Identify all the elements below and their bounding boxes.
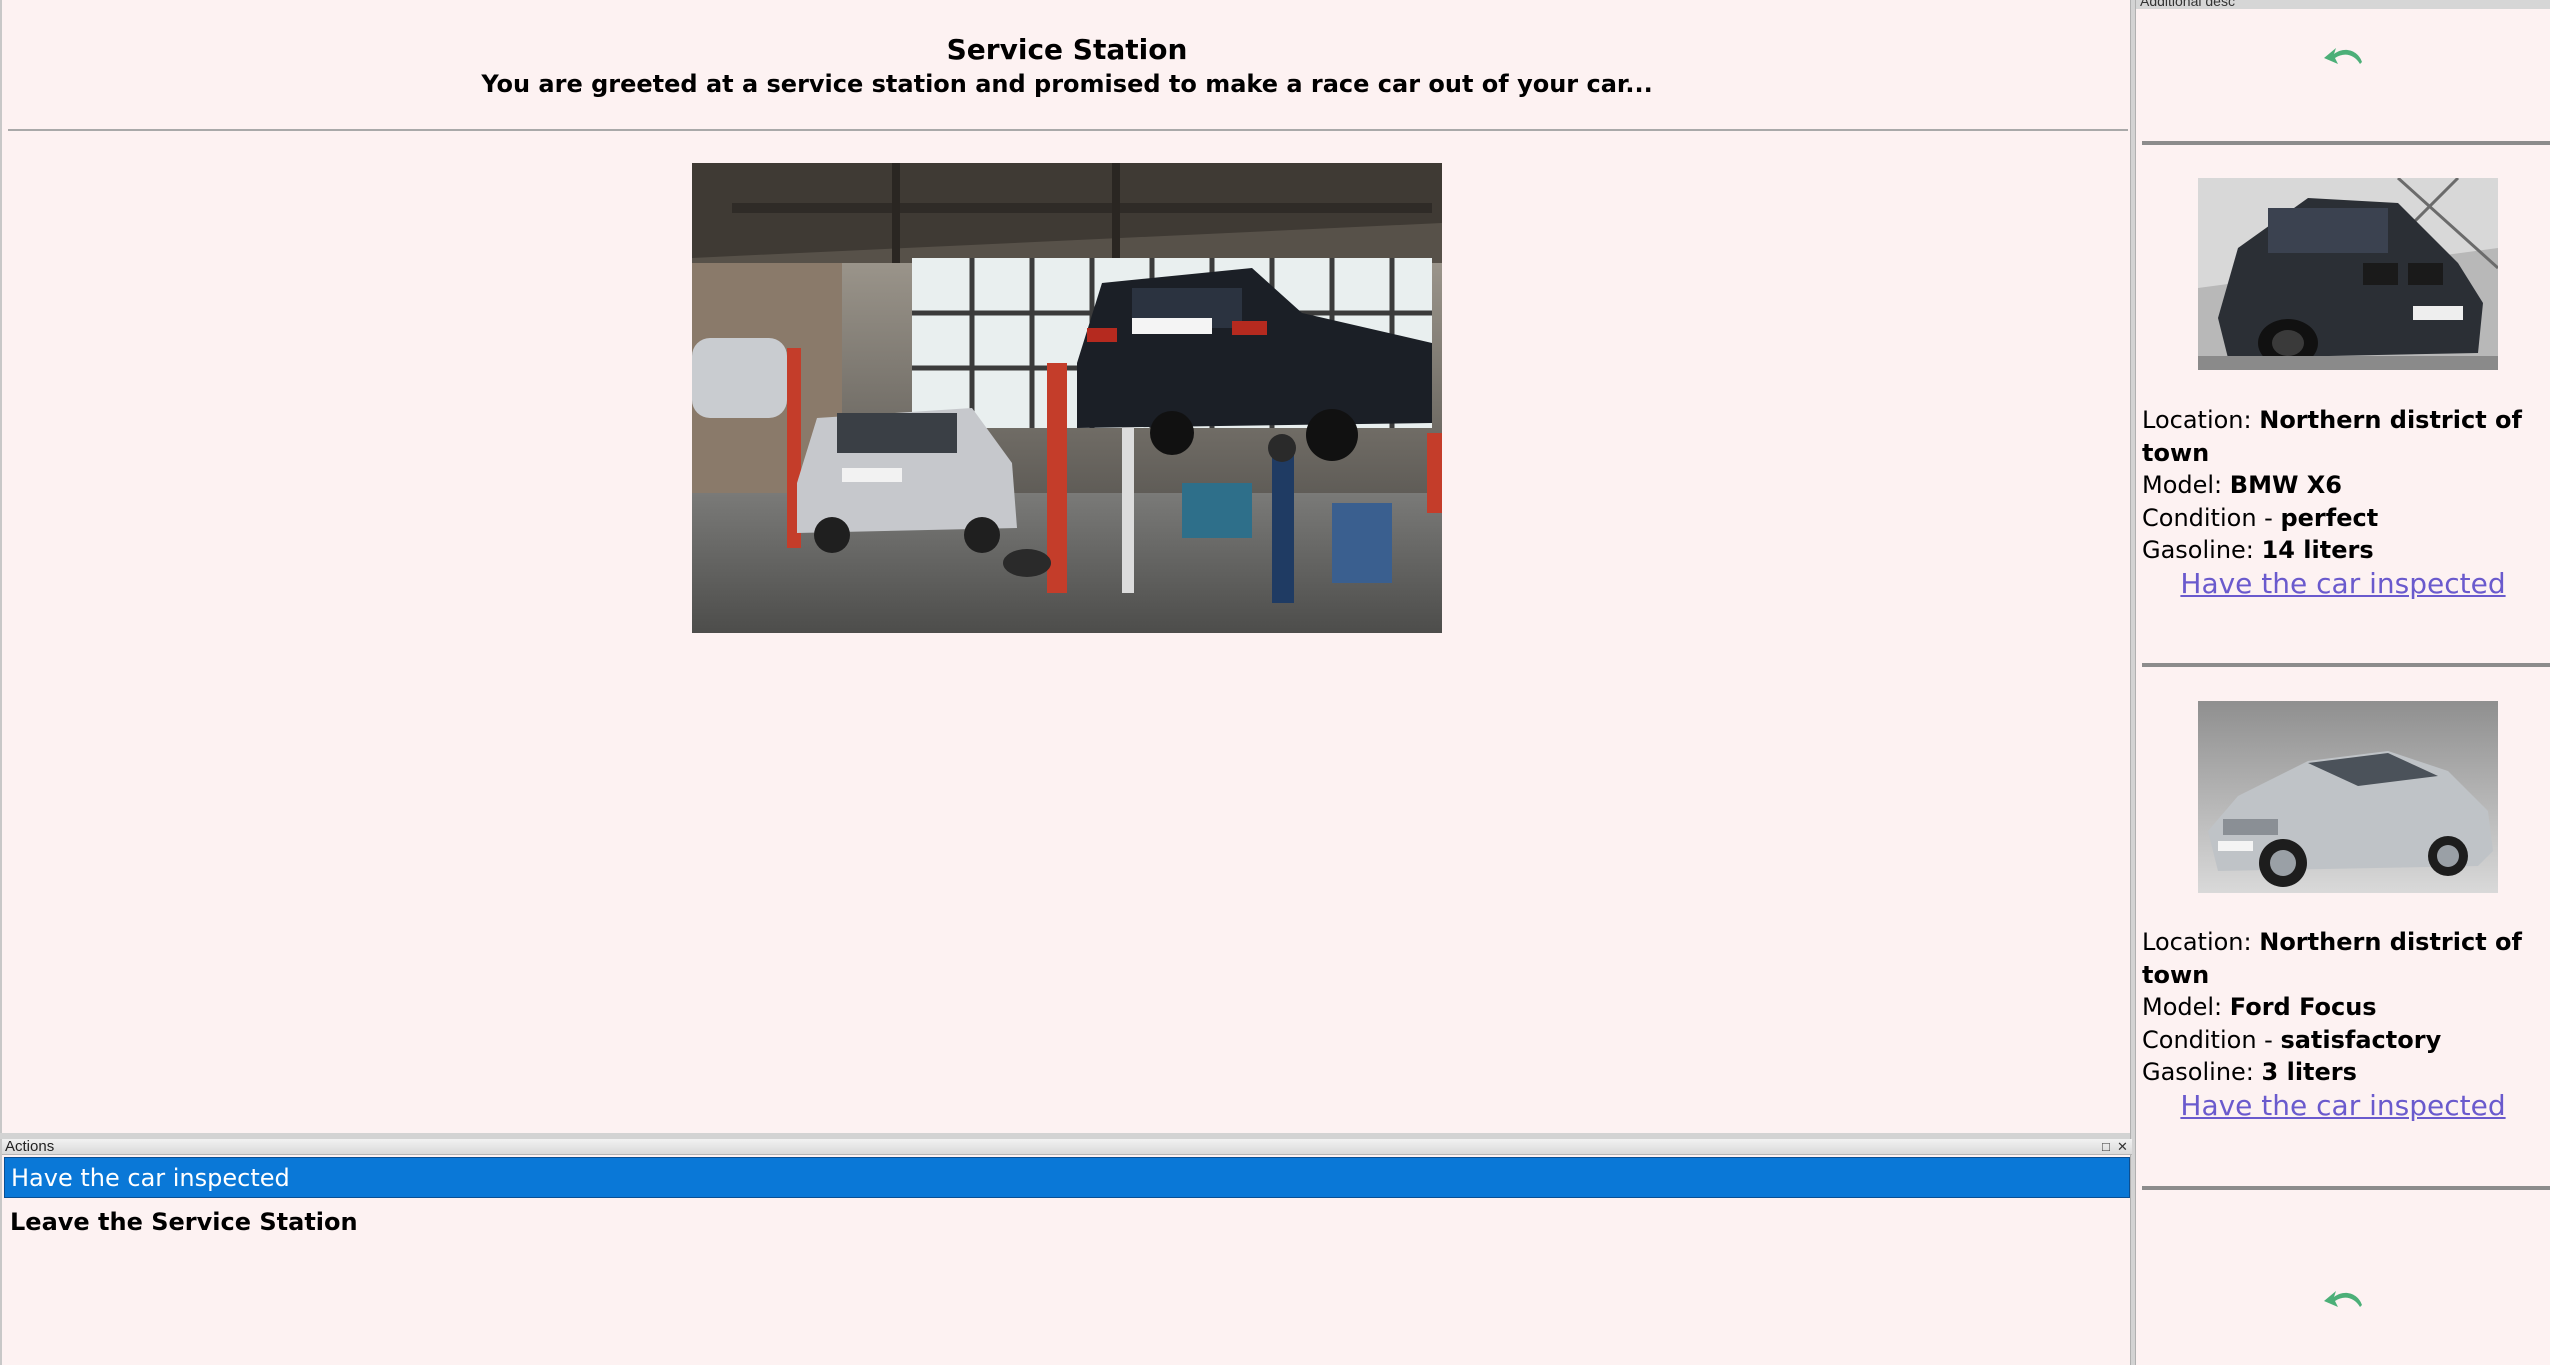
car-model: Model: BMW X6 xyxy=(2142,471,2342,499)
inspect-link-ford-focus[interactable]: Have the car inspected xyxy=(2136,1088,2550,1124)
car-image-ford-focus xyxy=(2198,701,2498,893)
action-have-car-inspected[interactable]: Have the car inspected xyxy=(4,1157,2130,1198)
car-location: Location: Northern district of town xyxy=(2142,406,2522,467)
inspect-link-bmw-x6[interactable]: Have the car inspected xyxy=(2136,566,2550,602)
car-info-bmw-x6: Location: Northern district of town Mode… xyxy=(2142,404,2550,567)
car-image-bmw-x6 xyxy=(2198,178,2498,370)
restore-icon[interactable]: □ xyxy=(2102,1139,2110,1155)
side-divider xyxy=(2142,1186,2550,1190)
additional-description-panel: Additional desc Location: Northern distr… xyxy=(2136,0,2550,1365)
car-gasoline: Gasoline: 14 liters xyxy=(2142,536,2374,564)
main-description-panel: Service Station You are greeted at a ser… xyxy=(0,0,2130,1133)
title-divider xyxy=(8,129,2128,131)
side-divider xyxy=(2142,141,2550,145)
back-arrow-icon[interactable] xyxy=(2322,1287,2366,1315)
service-station-image xyxy=(692,163,1442,633)
location-subtitle: You are greeted at a service station and… xyxy=(481,70,1653,98)
car-model: Model: Ford Focus xyxy=(2142,993,2377,1021)
car-location: Location: Northern district of town xyxy=(2142,928,2522,989)
side-panel-header: Additional desc xyxy=(2136,0,2550,9)
location-title: Service Station xyxy=(946,33,1188,66)
game-window: Service Station You are greeted at a ser… xyxy=(0,0,2550,1365)
car-gasoline: Gasoline: 3 liters xyxy=(2142,1058,2357,1086)
close-icon[interactable]: ✕ xyxy=(2117,1139,2128,1155)
action-leave-service-station[interactable]: Leave the Service Station xyxy=(4,1202,2130,1243)
back-arrow-icon[interactable] xyxy=(2322,44,2366,72)
actions-panel-title: Actions xyxy=(5,1138,55,1155)
car-condition: Condition - perfect xyxy=(2142,503,2379,532)
car-info-ford-focus: Location: Northern district of town Mode… xyxy=(2142,926,2550,1089)
side-panel-title: Additional desc xyxy=(2140,0,2235,9)
actions-panel: Actions □ ✕ Have the car inspected Leave… xyxy=(0,1139,2132,1365)
actions-panel-header: Actions □ ✕ xyxy=(2,1139,2132,1155)
side-divider xyxy=(2142,663,2550,667)
car-condition: Condition - satisfactory xyxy=(2142,1025,2442,1054)
